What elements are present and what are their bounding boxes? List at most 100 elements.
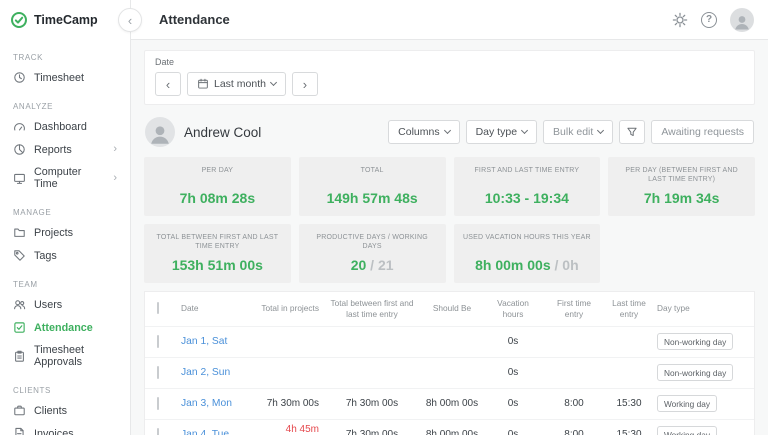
col-header-total-between: Total between first and last time entry — [323, 296, 421, 322]
timecamp-logo-icon — [10, 11, 28, 29]
sidebar-item-timesheet[interactable]: Timesheet — [0, 66, 130, 89]
date-link[interactable]: Jan 4, Tue — [181, 429, 229, 435]
summary-card-productive-days: PRODUCTIVE DAYS / WORKING DAYS 20 / 21 — [299, 224, 446, 283]
help-icon[interactable]: ? — [701, 12, 717, 28]
help-glyph: ? — [706, 14, 712, 25]
select-all-checkbox[interactable] — [157, 302, 159, 314]
top-bar: ‹ Attendance ? — [131, 0, 768, 40]
tag-icon — [13, 249, 26, 262]
sidebar-item-tags[interactable]: Tags — [0, 244, 130, 267]
table-row: Jan 2, Sun 0s Non-working day — [145, 357, 754, 388]
pie-chart-icon — [13, 143, 26, 156]
page-title: Attendance — [159, 12, 230, 27]
sidebar-item-dashboard[interactable]: Dashboard — [0, 115, 130, 138]
card-value: 8h 00m 00s — [475, 257, 551, 273]
card-label: TOTAL — [307, 166, 438, 175]
day-type-badge[interactable]: Non-working day — [657, 364, 733, 381]
card-label: PRODUCTIVE DAYS / WORKING DAYS — [307, 233, 438, 252]
chevron-right-icon: › — [113, 144, 117, 155]
last-time-entry-value: 15:30 — [605, 427, 653, 435]
nav-section-analyze: ANALYZE — [0, 89, 130, 115]
day-type-label: Day type — [476, 126, 517, 138]
timecamp-logo[interactable]: TimeCamp — [0, 0, 130, 40]
card-label: TOTAL BETWEEN FIRST AND LAST TIME ENTRY — [152, 233, 283, 252]
settings-gear-icon[interactable] — [672, 12, 688, 28]
sidebar-collapse-button[interactable]: ‹ — [118, 8, 142, 32]
awaiting-requests-label: Awaiting requests — [661, 126, 744, 138]
card-value: 149h 57m 48s — [327, 190, 418, 206]
col-header-day-type: Day type — [653, 301, 746, 316]
last-time-entry-value — [605, 340, 653, 344]
sidebar-item-invoices[interactable]: Invoices — [0, 422, 130, 435]
first-time-entry-value: 8:00 — [543, 396, 605, 411]
total-between-value: 7h 30m 00s — [323, 396, 421, 411]
date-link[interactable]: Jan 2, Sun — [181, 367, 230, 378]
attendance-table: Date Total in projects Total between fir… — [144, 291, 755, 435]
row-checkbox[interactable] — [157, 335, 159, 348]
filter-button[interactable] — [619, 120, 645, 144]
vacation-hours-value: 0s — [483, 365, 543, 380]
sidebar-item-label: Invoices — [34, 428, 74, 435]
sidebar-item-clients[interactable]: Clients — [0, 399, 130, 422]
sidebar-item-label: Dashboard — [34, 121, 87, 133]
sidebar-item-label: Computer Time — [34, 166, 105, 190]
main-content: Date ‹ Last month › Andrew Cool — [131, 40, 768, 435]
sidebar-nav: TRACK Timesheet ANALYZE Dashboard Report… — [0, 40, 130, 435]
sidebar-item-label: Attendance — [34, 322, 93, 334]
should-be-value — [421, 340, 483, 344]
user-avatar[interactable] — [730, 8, 754, 32]
employee-avatar[interactable] — [145, 117, 175, 147]
day-type-badge[interactable]: Non-working day — [657, 333, 733, 350]
row-checkbox[interactable] — [157, 397, 159, 410]
chevron-left-icon: ‹ — [166, 77, 170, 92]
date-range-dropdown[interactable]: Last month — [187, 72, 286, 96]
clipboard-icon — [13, 350, 26, 363]
brand-name: TimeCamp — [34, 13, 98, 27]
row-checkbox[interactable] — [157, 428, 159, 435]
summary-card-total: TOTAL 149h 57m 48s — [299, 157, 446, 216]
sidebar-item-projects[interactable]: Projects — [0, 221, 130, 244]
col-header-first-time-entry: First time entry — [543, 296, 605, 322]
date-link[interactable]: Jan 1, Sat — [181, 336, 227, 347]
sidebar-item-label: Projects — [34, 227, 73, 239]
date-filter-panel: Date ‹ Last month › — [144, 50, 755, 105]
card-value: 7h 19m 34s — [644, 190, 720, 206]
table-row: Jan 3, Mon 7h 30m 00s 7h 30m 00s 8h 00m … — [145, 388, 754, 419]
card-label: FIRST AND LAST TIME ENTRY — [462, 166, 593, 175]
date-link[interactable]: Jan 3, Mon — [181, 398, 232, 409]
last-time-entry-value — [605, 371, 653, 375]
next-period-button[interactable]: › — [292, 72, 318, 96]
day-type-badge[interactable]: Working day — [657, 395, 717, 412]
should-be-value: 8h 00m 00s — [421, 396, 483, 411]
calendar-icon — [197, 78, 209, 90]
col-header-date: Date — [177, 301, 247, 316]
chevron-down-icon — [597, 127, 604, 134]
row-checkbox[interactable] — [157, 366, 159, 379]
funnel-icon — [626, 126, 638, 138]
should-be-value: 8h 00m 00s — [421, 427, 483, 435]
day-type-badge[interactable]: Working day — [657, 426, 717, 435]
vacation-hours-value: 0s — [483, 427, 543, 435]
table-header-row: Date Total in projects Total between fir… — [145, 292, 754, 326]
sidebar-item-label: Users — [34, 299, 62, 311]
folder-icon — [13, 226, 26, 239]
vacation-hours-value: 0s — [483, 396, 543, 411]
bulk-edit-dropdown[interactable]: Bulk edit — [543, 120, 613, 144]
day-type-dropdown[interactable]: Day type — [466, 120, 537, 144]
columns-dropdown[interactable]: Columns — [388, 120, 459, 144]
last-time-entry-value: 15:30 — [605, 396, 653, 411]
sidebar-item-reports[interactable]: Reports › — [0, 138, 130, 161]
summary-card-per-day: PER DAY 7h 08m 28s — [144, 157, 291, 216]
previous-period-button[interactable]: ‹ — [155, 72, 181, 96]
gauge-icon — [13, 120, 26, 133]
sidebar-item-label: Timesheet — [34, 72, 84, 84]
awaiting-requests-button[interactable]: Awaiting requests — [651, 120, 754, 144]
sidebar-item-computer-time[interactable]: Computer Time › — [0, 161, 130, 195]
sidebar-item-users[interactable]: Users — [0, 293, 130, 316]
col-header-last-time-entry: Last time entry — [605, 296, 653, 322]
summary-cards-row-1: PER DAY 7h 08m 28s TOTAL 149h 57m 48s FI… — [144, 157, 755, 216]
chevron-right-icon: › — [113, 173, 117, 184]
sidebar-item-attendance[interactable]: Attendance — [0, 316, 130, 339]
sidebar-item-timesheet-approvals[interactable]: Timesheet Approvals — [0, 339, 130, 373]
table-row: Jan 4, Tue 4h 45m 00sadd 7h 30m 00s 8h 0… — [145, 419, 754, 435]
